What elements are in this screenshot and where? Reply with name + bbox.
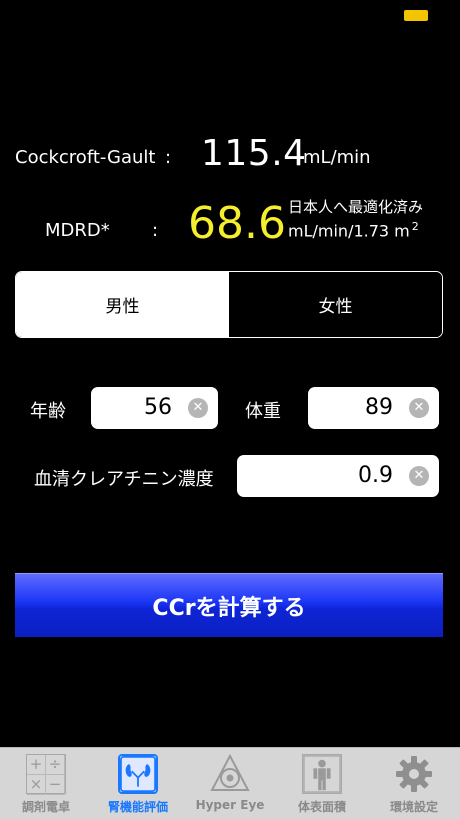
- tab-bar: + ÷ × − 調剤電卓 腎機能評価 Hyper Eye 体表面積 環境設定: [0, 747, 460, 819]
- eye-triangle-icon: [208, 752, 252, 796]
- cg-colon: :: [165, 147, 172, 168]
- mdrd-label: MDRD*: [45, 220, 110, 241]
- age-value: 56: [144, 395, 172, 420]
- creatinine-value: 0.9: [358, 463, 393, 488]
- weight-value: 89: [365, 395, 393, 420]
- kidney-icon: [116, 752, 160, 796]
- tab-dispensing-calculator[interactable]: + ÷ × − 調剤電卓: [0, 748, 92, 819]
- mdrd-unit-superscript: 2: [411, 220, 419, 233]
- weight-label: 体重: [245, 401, 281, 422]
- age-label: 年齢: [30, 401, 66, 422]
- mdrd-value: 68.6: [188, 198, 286, 249]
- tab-settings[interactable]: 環境設定: [368, 748, 460, 819]
- gender-female-button[interactable]: 女性: [229, 272, 442, 337]
- mdrd-colon: :: [152, 220, 159, 241]
- calculate-ccr-button[interactable]: CCrを計算する: [15, 573, 443, 637]
- cockcroft-gault-result: Cockcroft-Gault : 115.4 mL/min: [15, 133, 450, 177]
- cg-label: Cockcroft-Gault: [15, 147, 156, 168]
- cg-unit: mL/min: [303, 147, 371, 168]
- tab-label: 調剤電卓: [21, 800, 70, 814]
- mdrd-result: MDRD* : 68.6 日本人へ最適化済み mL/min/1.73 m2: [15, 192, 450, 252]
- weight-input[interactable]: 89 ✕: [308, 387, 439, 429]
- battery-icon: [404, 10, 428, 21]
- calculator-icon: + ÷ × −: [24, 752, 68, 796]
- cg-value: 115.4: [201, 133, 307, 174]
- gender-male-button[interactable]: 男性: [16, 272, 229, 337]
- creatinine-label: 血清クレアチニン濃度: [34, 469, 214, 490]
- tab-hyper-eye[interactable]: Hyper Eye: [184, 748, 276, 819]
- clear-age-icon[interactable]: ✕: [188, 398, 208, 418]
- tab-label: 環境設定: [389, 800, 438, 814]
- tab-label: Hyper Eye: [195, 798, 265, 812]
- clear-weight-icon[interactable]: ✕: [409, 398, 429, 418]
- tab-body-surface-area[interactable]: 体表面積: [276, 748, 368, 819]
- tab-renal-function[interactable]: 腎機能評価: [92, 748, 184, 819]
- mdrd-unit-text: mL/min/1.73 m: [288, 221, 410, 241]
- clear-creatinine-icon[interactable]: ✕: [409, 466, 429, 486]
- tab-label: 腎機能評価: [107, 800, 168, 814]
- gear-icon: [392, 752, 436, 796]
- creatinine-input[interactable]: 0.9 ✕: [237, 455, 439, 497]
- mdrd-unit: mL/min/1.73 m2: [288, 220, 419, 240]
- tab-label: 体表面積: [297, 800, 346, 814]
- mdrd-note: 日本人へ最適化済み: [288, 198, 424, 216]
- gender-segmented-control: 男性 女性: [15, 271, 443, 338]
- age-input[interactable]: 56 ✕: [91, 387, 218, 429]
- body-surface-icon: [300, 752, 344, 796]
